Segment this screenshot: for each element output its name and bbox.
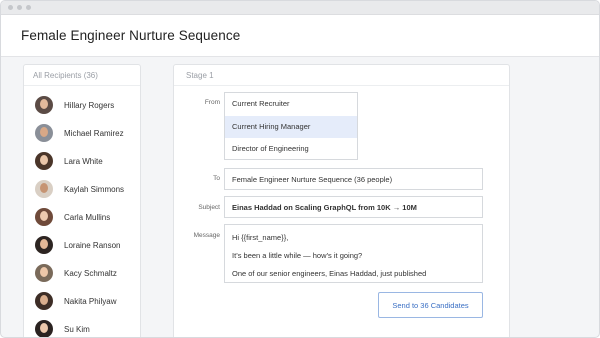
recipients-title: All Recipients (36) [24, 65, 140, 86]
recipient-item[interactable]: Kaylah Simmons [24, 175, 140, 203]
avatar [35, 124, 53, 142]
to-label: To [213, 175, 220, 182]
avatar-face [40, 295, 48, 305]
page-title: Female Engineer Nurture Sequence [21, 28, 241, 43]
page-header: Female Engineer Nurture Sequence [1, 15, 599, 57]
avatar [35, 180, 53, 198]
recipient-name: Michael Ramirez [64, 128, 124, 138]
avatar [35, 208, 53, 226]
avatar-face [40, 239, 48, 249]
avatar-face [40, 99, 48, 109]
from-select-list[interactable]: Current Recruiter Current Hiring Manager… [224, 92, 358, 160]
subject-field[interactable]: Einas Haddad on Scaling GraphQL from 10K… [224, 196, 483, 218]
message-label: Message [193, 232, 220, 239]
stage-title: Stage 1 [174, 65, 509, 86]
message-line: One of our senior engineers, Einas Hadda… [232, 269, 427, 278]
to-field[interactable]: Female Engineer Nurture Sequence (36 peo… [224, 168, 483, 190]
app-window: Female Engineer Nurture Sequence All Rec… [0, 0, 600, 338]
message-line: It’s been a little while — how’s it goin… [232, 251, 363, 260]
recipient-name: Nakita Philyaw [64, 296, 117, 306]
message-body-field[interactable]: Hi {{first_name}}, It’s been a little wh… [224, 224, 483, 283]
avatar-face [40, 155, 48, 165]
recipients-panel: All Recipients (36) Hillary Rogers Michae… [23, 64, 141, 337]
main-content: All Recipients (36) Hillary Rogers Michae… [1, 58, 599, 337]
avatar-face [40, 267, 48, 277]
window-titlebar [1, 1, 599, 15]
recipient-name: Carla Mullins [64, 212, 111, 222]
from-label: From [204, 99, 220, 106]
recipient-item[interactable]: Michael Ramirez [24, 119, 140, 147]
from-option-selected[interactable]: Current Hiring Manager [225, 115, 357, 138]
avatar [35, 264, 53, 282]
stage-panel: Stage 1 From Current Recruiter Current H… [173, 64, 510, 337]
recipient-name: Loraine Ranson [64, 240, 121, 250]
window-close-dot[interactable] [8, 5, 13, 10]
avatar-face [40, 323, 48, 333]
avatar [35, 292, 53, 310]
recipient-item[interactable]: Lara White [24, 147, 140, 175]
avatar-face [40, 211, 48, 221]
from-option[interactable]: Current Recruiter [225, 93, 357, 116]
recipient-list: Hillary Rogers Michael Ramirez Lara White K… [24, 91, 140, 337]
recipient-item[interactable]: Hillary Rogers [24, 91, 140, 119]
recipient-item[interactable]: Kacy Schmaltz [24, 259, 140, 287]
recipient-name: Kacy Schmaltz [64, 268, 117, 278]
avatar-face [40, 127, 48, 137]
subject-label: Subject [198, 204, 220, 211]
avatar [35, 152, 53, 170]
avatar-face [40, 183, 48, 193]
recipient-item[interactable]: Loraine Ranson [24, 231, 140, 259]
message-line: Hi {{first_name}}, [232, 233, 289, 242]
recipient-item[interactable]: Carla Mullins [24, 203, 140, 231]
recipient-name: Hillary Rogers [64, 100, 115, 110]
from-option[interactable]: Director of Engineering [225, 138, 357, 161]
avatar [35, 320, 53, 337]
subject-value: Einas Haddad on Scaling GraphQL from 10K… [232, 203, 417, 212]
recipient-item[interactable]: Nakita Philyaw [24, 287, 140, 315]
recipient-name: Kaylah Simmons [64, 184, 125, 194]
recipient-name: Su Kim [64, 324, 90, 334]
window-maximize-dot[interactable] [26, 5, 31, 10]
recipient-name: Lara White [64, 156, 103, 166]
send-button[interactable]: Send to 36 Candidates [378, 292, 483, 318]
avatar [35, 96, 53, 114]
recipient-item[interactable]: Su Kim [24, 315, 140, 337]
to-value: Female Engineer Nurture Sequence (36 peo… [232, 175, 393, 184]
avatar [35, 236, 53, 254]
window-minimize-dot[interactable] [17, 5, 22, 10]
